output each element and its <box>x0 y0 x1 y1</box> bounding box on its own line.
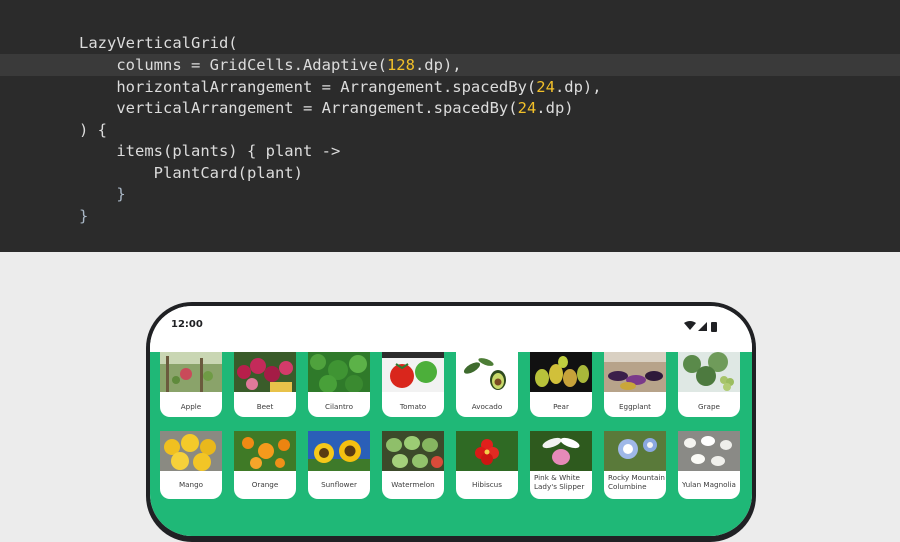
plant-card-mango[interactable]: Mango <box>160 431 222 499</box>
hibiscus-image <box>456 431 518 471</box>
plant-name: Cilantro <box>325 402 353 411</box>
code-text: verticalArrangement = Arrangement.spaced… <box>79 97 574 119</box>
cellular-icon <box>698 322 707 331</box>
plant-card-beet[interactable]: Beet <box>234 352 296 417</box>
plant-card-tomato[interactable]: Tomato <box>382 352 444 417</box>
cilantro-image <box>308 352 370 392</box>
sunflower-image <box>308 431 370 471</box>
plant-card-columbine[interactable]: Rocky Mountain Columbine <box>604 431 666 499</box>
plant-name: Grape <box>698 402 720 411</box>
code-segment: .dp), <box>554 78 602 96</box>
plant-name: Avocado <box>471 402 503 411</box>
code-line-6: items(plants) { plant -> <box>0 140 900 162</box>
code-text: PlantCard(plant) <box>79 164 303 182</box>
code-text: LazyVerticalGrid( <box>79 34 238 52</box>
eggplant-image <box>604 352 666 392</box>
plant-card-yulan-magnolia[interactable]: Yulan Magnolia <box>678 431 740 499</box>
status-time: 12:00 <box>171 319 203 330</box>
code-segment: .dp) <box>536 99 574 117</box>
status-bar: 12:00 <box>150 306 752 352</box>
plant-card-pear[interactable]: Pear <box>530 352 592 417</box>
plant-card-apple[interactable]: Apple <box>160 352 222 417</box>
grape-image <box>678 352 740 392</box>
plant-name: Rocky Mountain Columbine <box>608 473 666 491</box>
orange-image <box>234 431 296 471</box>
number-literal: 24 <box>517 99 537 117</box>
plant-grid[interactable]: Apple Beet Cilantro Tomato Avocado Pear … <box>150 352 752 536</box>
code-segment: verticalArrangement = Arrangement.spaced… <box>79 99 518 117</box>
phone-screen: 12:00 Apple Beet Cilantro Tomato Avocado… <box>150 306 752 536</box>
code-line-8: } <box>0 183 900 205</box>
plant-name: Mango <box>178 480 204 489</box>
plant-name: Tomato <box>399 402 427 411</box>
code-text: } <box>79 207 89 225</box>
status-icons <box>684 321 717 332</box>
mango-image <box>160 431 222 471</box>
code-line-9: } <box>0 205 900 227</box>
code-text: items(plants) { plant -> <box>79 142 341 160</box>
avocado-image <box>456 352 518 392</box>
watermelon-image <box>382 431 444 471</box>
plant-card-hibiscus[interactable]: Hibiscus <box>456 431 518 499</box>
plant-name: Yulan Magnolia <box>682 480 736 489</box>
code-text: horizontalArrangement = Arrangement.spac… <box>79 76 602 98</box>
plant-name: Pear <box>553 402 569 411</box>
plant-name: Eggplant <box>618 402 651 411</box>
apple-image <box>160 352 222 392</box>
code-segment: columns = GridCells.Adaptive( <box>79 56 387 74</box>
plant-name: Hibiscus <box>472 480 502 489</box>
code-line-2-highlighted: columns = GridCells.Adaptive(128.dp), <box>0 54 900 76</box>
code-line-3: horizontalArrangement = Arrangement.spac… <box>0 76 900 98</box>
code-line-5: ) { <box>0 119 900 141</box>
wifi-icon <box>684 321 696 330</box>
plant-name-line-2: Lady's Slipper <box>534 482 585 491</box>
code-line-4: verticalArrangement = Arrangement.spaced… <box>0 97 900 119</box>
columbine-image <box>604 431 666 471</box>
battery-icon <box>711 322 717 332</box>
code-text: columns = GridCells.Adaptive(128.dp), <box>79 54 462 76</box>
plant-card-watermelon[interactable]: Watermelon <box>382 431 444 499</box>
plant-name-line-1: Rocky Mountain <box>608 473 665 482</box>
code-text: ) { <box>79 121 107 139</box>
number-literal: 24 <box>536 78 555 96</box>
tomato-image <box>382 352 444 392</box>
code-line-7: PlantCard(plant) <box>0 162 900 184</box>
plant-name-line-2: Columbine <box>608 482 647 491</box>
plant-card-ladys-slipper[interactable]: Pink & White Lady's Slipper <box>530 431 592 499</box>
plant-name: Apple <box>180 402 202 411</box>
plant-card-eggplant[interactable]: Eggplant <box>604 352 666 417</box>
number-literal: 128 <box>386 56 415 74</box>
plant-name-line-1: Pink & White <box>534 473 580 482</box>
code-segment: horizontalArrangement = Arrangement.spac… <box>79 78 537 96</box>
plant-name: Watermelon <box>391 480 435 489</box>
code-line-1: LazyVerticalGrid( <box>0 32 900 54</box>
ladys-slipper-image <box>530 431 592 471</box>
plant-name: Sunflower <box>321 480 357 489</box>
plant-name: Beet <box>256 402 274 411</box>
code-panel: LazyVerticalGrid( columns = GridCells.Ad… <box>0 0 900 252</box>
code-segment: .dp), <box>414 56 462 74</box>
plant-card-grape[interactable]: Grape <box>678 352 740 417</box>
plant-card-avocado[interactable]: Avocado <box>456 352 518 417</box>
plant-card-cilantro[interactable]: Cilantro <box>308 352 370 417</box>
plant-card-sunflower[interactable]: Sunflower <box>308 431 370 499</box>
beet-image <box>234 352 296 392</box>
plant-name: Pink & White Lady's Slipper <box>534 473 592 491</box>
yulan-magnolia-image <box>678 431 740 471</box>
plant-name: Orange <box>251 480 279 489</box>
code-text: } <box>79 185 126 203</box>
pear-image <box>530 352 592 392</box>
plant-card-orange[interactable]: Orange <box>234 431 296 499</box>
